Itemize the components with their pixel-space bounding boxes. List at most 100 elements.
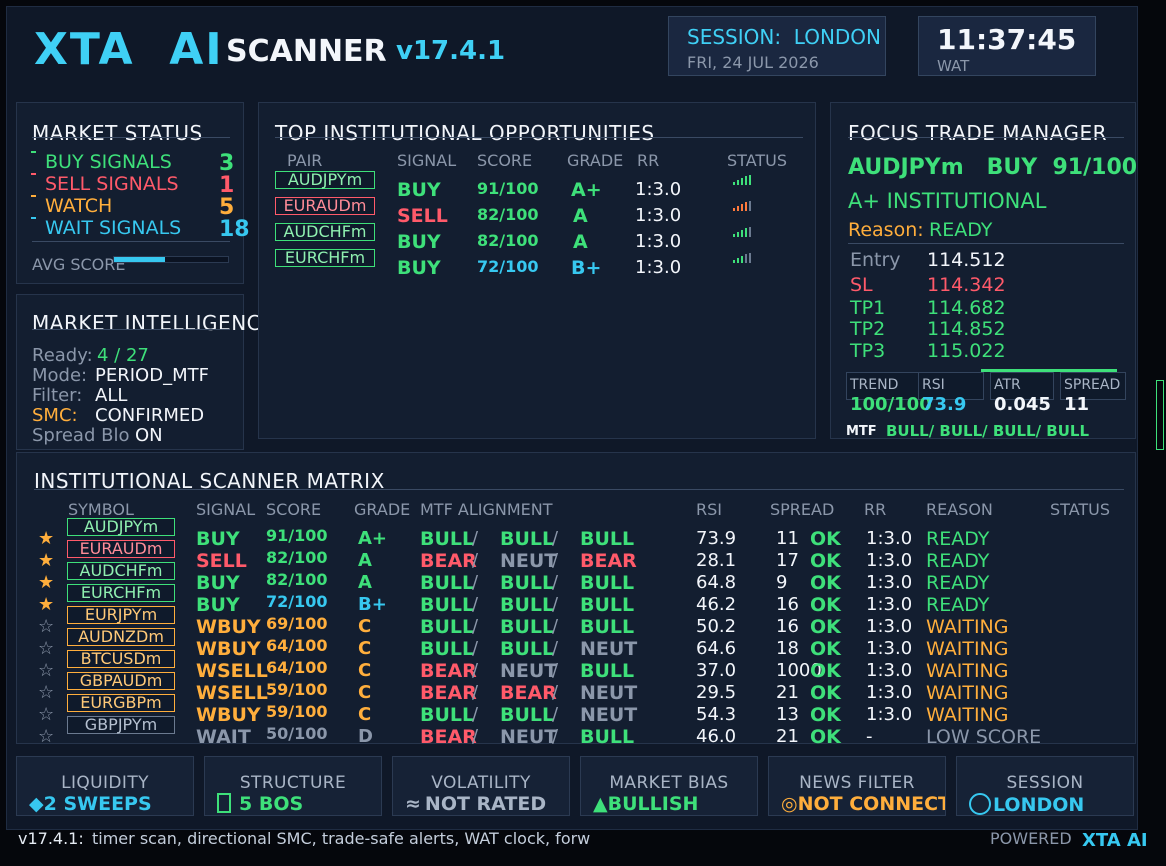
opp-score: 91/100 xyxy=(477,179,539,198)
matrix-rr: 1:3.0 xyxy=(866,704,913,725)
focus-title: FOCUS TRADE MANAGER xyxy=(848,121,1108,145)
matrix-rr: - xyxy=(866,726,873,747)
matrix-spread-ok: OK xyxy=(810,726,841,748)
matrix-header-signal: SIGNAL xyxy=(196,500,256,519)
matrix-signal: WAIT xyxy=(196,726,251,748)
mtf-separator: / xyxy=(472,550,479,571)
matrix-score: 59/100 xyxy=(266,680,328,699)
news-filter-value: NOT CONNECT xyxy=(797,793,946,815)
mtf-separator: / xyxy=(472,660,479,681)
focus-reason-label: Reason: xyxy=(848,219,924,241)
matrix-spread-ok: OK xyxy=(810,572,841,594)
matrix-symbol[interactable]: GBPAUDm xyxy=(67,672,175,690)
favorite-star-icon[interactable]: ☆ xyxy=(38,660,54,681)
opp-header-rr: RR xyxy=(637,151,660,170)
spread-block-label: Spread Blo xyxy=(32,425,130,446)
matrix-score: 82/100 xyxy=(266,548,328,567)
entry-label: Entry xyxy=(850,249,901,271)
mtf-separator: / xyxy=(472,682,479,703)
favorite-star-icon[interactable]: ☆ xyxy=(38,726,54,747)
structure-value: 5 BOS xyxy=(239,793,304,815)
news-filter-value-row: ◎NOT CONNECT xyxy=(781,793,946,815)
volatility-label: VOLATILITY xyxy=(431,773,531,793)
matrix-symbol[interactable]: BTCUSDm xyxy=(67,650,175,668)
mtf-separator: / xyxy=(552,638,559,659)
opp-score: 82/100 xyxy=(477,205,539,224)
matrix-spread: 18 xyxy=(776,638,799,659)
favorite-star-icon[interactable]: ☆ xyxy=(38,704,54,725)
opp-pair-euraudm[interactable]: EURAUDm xyxy=(275,197,375,215)
matrix-rr: 1:3.0 xyxy=(866,616,913,637)
favorite-star-icon[interactable]: ★ xyxy=(38,594,54,615)
matrix-score: 82/100 xyxy=(266,570,328,589)
version-label: v17.4.1 xyxy=(396,36,506,66)
matrix-symbol[interactable]: AUDJPYm xyxy=(67,518,175,536)
tp3-value: 115.022 xyxy=(927,340,1006,362)
wait-signals-label: WAIT SIGNALS xyxy=(45,217,182,239)
opp-header-status: STATUS xyxy=(727,151,788,170)
matrix-mtf-2: BULL xyxy=(500,704,555,726)
matrix-rr: 1:3.0 xyxy=(866,550,913,571)
opp-header-grade: GRADE xyxy=(567,151,624,170)
matrix-symbol[interactable]: EURCHFm xyxy=(67,584,175,602)
matrix-mtf-2: NEUT xyxy=(500,660,558,682)
liquidity-value-row: ◆2 SWEEPS xyxy=(29,793,152,815)
matrix-header-grade: GRADE xyxy=(354,500,411,519)
matrix-mtf-1: BEAR xyxy=(420,550,477,572)
matrix-symbol[interactable]: GBPJPYm xyxy=(67,716,175,734)
mtf-separator: / xyxy=(472,572,479,593)
sell-signals-label: SELL SIGNALS xyxy=(45,173,179,195)
matrix-mtf-3: BEAR xyxy=(580,550,637,572)
favorite-star-icon[interactable]: ☆ xyxy=(38,616,54,637)
avg-score-bar xyxy=(113,256,229,263)
news-filter-box[interactable]: NEWS FILTER ◎NOT CONNECT xyxy=(768,756,946,816)
tp2-label: TP2 xyxy=(850,318,886,340)
opp-pair-audjpym[interactable]: AUDJPYm xyxy=(275,171,375,189)
favorite-star-icon[interactable]: ★ xyxy=(38,550,54,571)
matrix-signal: BUY xyxy=(196,528,240,550)
favorite-star-icon[interactable]: ☆ xyxy=(38,638,54,659)
opp-signal: SELL xyxy=(397,205,448,227)
mtf-separator: / xyxy=(472,726,479,747)
matrix-reason: WAITING xyxy=(926,616,1009,638)
matrix-symbol[interactable]: AUDNZDm xyxy=(67,628,175,646)
matrix-rsi: 46.0 xyxy=(696,726,737,747)
matrix-rsi: 54.3 xyxy=(696,704,737,725)
matrix-rr: 1:3.0 xyxy=(866,594,913,615)
opp-pair-eurchfm[interactable]: EURCHFm xyxy=(275,249,375,267)
matrix-reason: READY xyxy=(926,550,990,572)
matrix-mtf-2: NEUT xyxy=(500,550,558,572)
matrix-grade: D xyxy=(358,726,373,747)
matrix-symbol[interactable]: EURGBPm xyxy=(67,694,175,712)
mtf-separator: / xyxy=(552,616,559,637)
favorite-star-icon[interactable]: ★ xyxy=(38,572,54,593)
session-status-label: SESSION xyxy=(1006,773,1084,793)
focus-grade-line: A+ INSTITUTIONAL xyxy=(848,189,1047,213)
favorite-star-icon[interactable]: ☆ xyxy=(38,682,54,703)
volatility-value: NOT RATED xyxy=(424,793,547,815)
opp-signal: BUY xyxy=(397,257,441,279)
opp-status-bars xyxy=(733,227,751,237)
target-icon: ◎ xyxy=(781,793,798,815)
matrix-mtf-3: BULL xyxy=(580,726,635,748)
matrix-signal: WSELL xyxy=(196,660,268,682)
mtf-separator: / xyxy=(552,726,559,747)
mtf-separator: / xyxy=(552,682,559,703)
matrix-symbol[interactable]: EURJPYm xyxy=(67,606,175,624)
matrix-header-spread: SPREAD xyxy=(770,500,835,519)
matrix-symbol[interactable]: AUDCHFm xyxy=(67,562,175,580)
matrix-grade: C xyxy=(358,660,372,681)
matrix-spread: 16 xyxy=(776,594,799,615)
matrix-grade: C xyxy=(358,704,372,725)
matrix-mtf-3: BULL xyxy=(580,660,635,682)
matrix-mtf-2: BULL xyxy=(500,572,555,594)
matrix-score: 64/100 xyxy=(266,636,328,655)
opp-pair-audchfm[interactable]: AUDCHFm xyxy=(275,223,375,241)
matrix-mtf-3: BULL xyxy=(580,528,635,550)
tp1-label: TP1 xyxy=(850,297,886,319)
matrix-mtf-3: NEUT xyxy=(580,682,638,704)
favorite-star-icon[interactable]: ★ xyxy=(38,528,54,549)
matrix-reason: WAITING xyxy=(926,660,1009,682)
session-status-value: LONDON xyxy=(993,794,1085,816)
matrix-symbol[interactable]: EURAUDm xyxy=(67,540,175,558)
